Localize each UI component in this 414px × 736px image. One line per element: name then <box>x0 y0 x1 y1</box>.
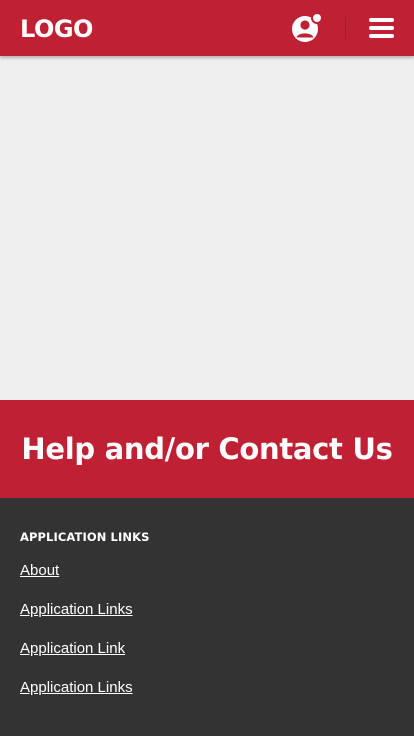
footer-heading: APPLICATION LINKS <box>20 530 150 544</box>
list-item: Application Links <box>20 601 133 640</box>
menu-button[interactable] <box>369 16 395 40</box>
help-contact-title[interactable]: Help and/or Contact Us <box>21 432 393 466</box>
list-item: Application Link <box>20 640 133 679</box>
top-header-bar: LOGO <box>0 0 414 56</box>
main-content-area <box>0 56 414 400</box>
header-divider <box>345 17 346 39</box>
list-item: Application Links <box>20 679 133 718</box>
profile-button[interactable] <box>290 12 324 44</box>
list-item: About <box>20 562 133 601</box>
hamburger-menu-icon <box>369 34 394 38</box>
footer-link-list: About Application Links Application Link… <box>20 562 133 718</box>
footer-link-application-link[interactable]: Application Link <box>20 640 125 657</box>
notification-dot-icon <box>313 14 321 22</box>
page: LOGO Help and/or Contact Us APPLICATION … <box>0 0 414 736</box>
footer-link-about[interactable]: About <box>20 562 59 579</box>
hamburger-menu-icon <box>369 26 394 30</box>
footer-link-application-links-2[interactable]: Application Links <box>20 679 133 696</box>
footer: APPLICATION LINKS About Application Link… <box>0 498 414 736</box>
logo[interactable]: LOGO <box>20 14 93 44</box>
user-profile-icon <box>292 12 323 42</box>
hamburger-menu-icon <box>369 18 394 22</box>
help-contact-banner[interactable]: Help and/or Contact Us <box>0 400 414 498</box>
footer-link-application-links[interactable]: Application Links <box>20 601 133 618</box>
